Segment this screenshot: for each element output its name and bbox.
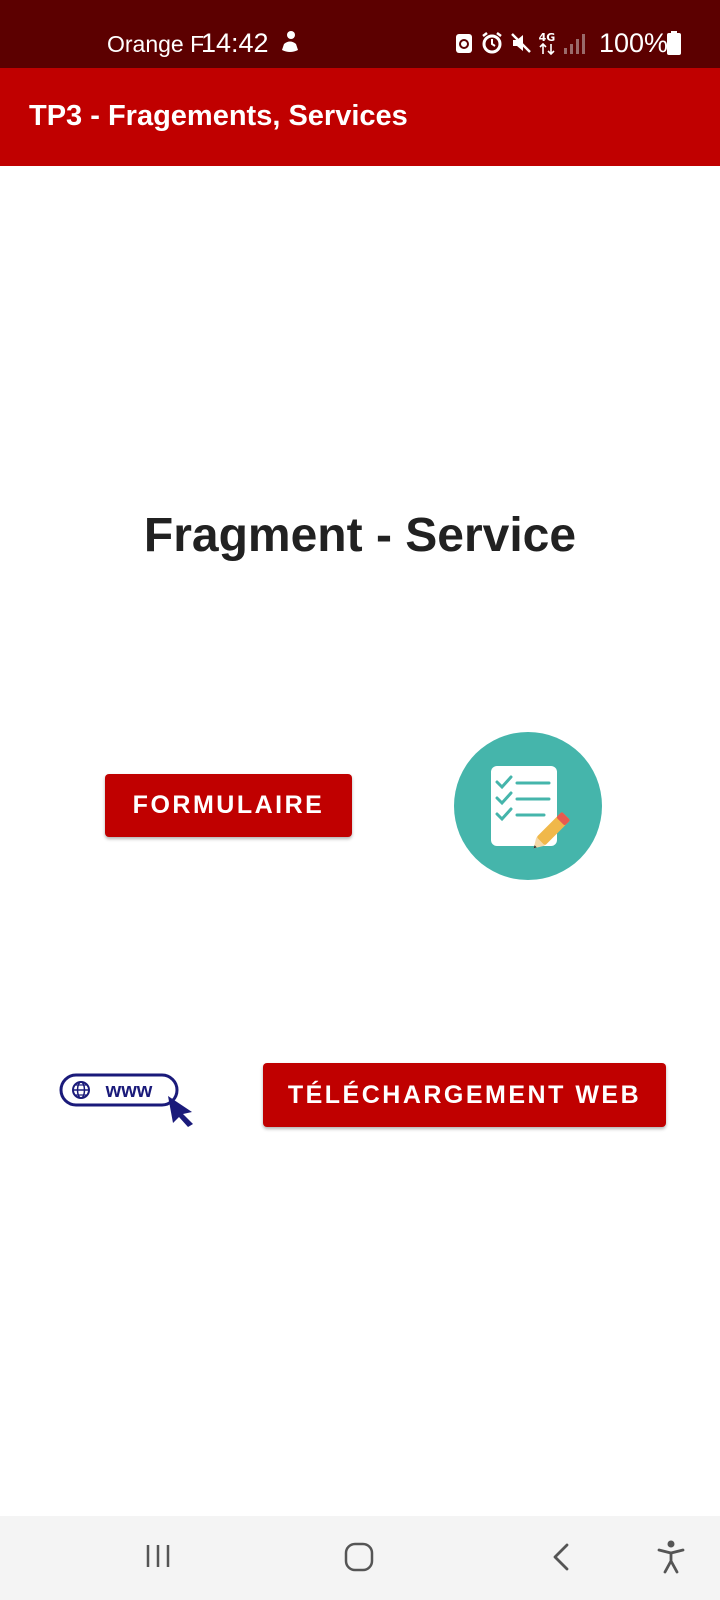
carrier-name: Orange F bbox=[107, 31, 205, 57]
accessibility-icon[interactable] bbox=[656, 1540, 686, 1574]
network-type-label: 4G bbox=[539, 31, 556, 44]
clock-time: 14:42 bbox=[201, 28, 269, 58]
battery-icon bbox=[667, 31, 681, 55]
page-title: Fragment - Service bbox=[143, 509, 577, 562]
form-checklist-icon[interactable] bbox=[454, 732, 602, 880]
navigation-bar bbox=[0, 1516, 720, 1600]
mute-icon bbox=[511, 33, 531, 53]
www-link-icon[interactable]: www bbox=[59, 1072, 197, 1128]
formulaire-button[interactable]: FORMULAIRE bbox=[105, 774, 352, 837]
www-label: www bbox=[105, 1080, 153, 1102]
alarm-icon bbox=[482, 32, 502, 54]
data-saver-icon bbox=[456, 34, 472, 53]
person-notification-icon bbox=[282, 31, 298, 52]
signal-icon bbox=[564, 34, 585, 54]
battery-percentage: 100% bbox=[599, 28, 669, 58]
app-title: TP3 - Fragements, Services bbox=[29, 100, 408, 132]
app-bar: TP3 - Fragements, Services bbox=[0, 68, 720, 166]
telechargement-web-button[interactable]: TÉLÉCHARGEMENT WEB bbox=[263, 1063, 666, 1127]
network-4g-icon: 4G bbox=[539, 31, 556, 56]
status-bar: Orange F 14:42 4G 100% bbox=[0, 0, 720, 68]
recent-apps-icon[interactable] bbox=[144, 1542, 172, 1570]
home-icon[interactable] bbox=[344, 1542, 374, 1572]
back-icon[interactable] bbox=[550, 1542, 572, 1572]
